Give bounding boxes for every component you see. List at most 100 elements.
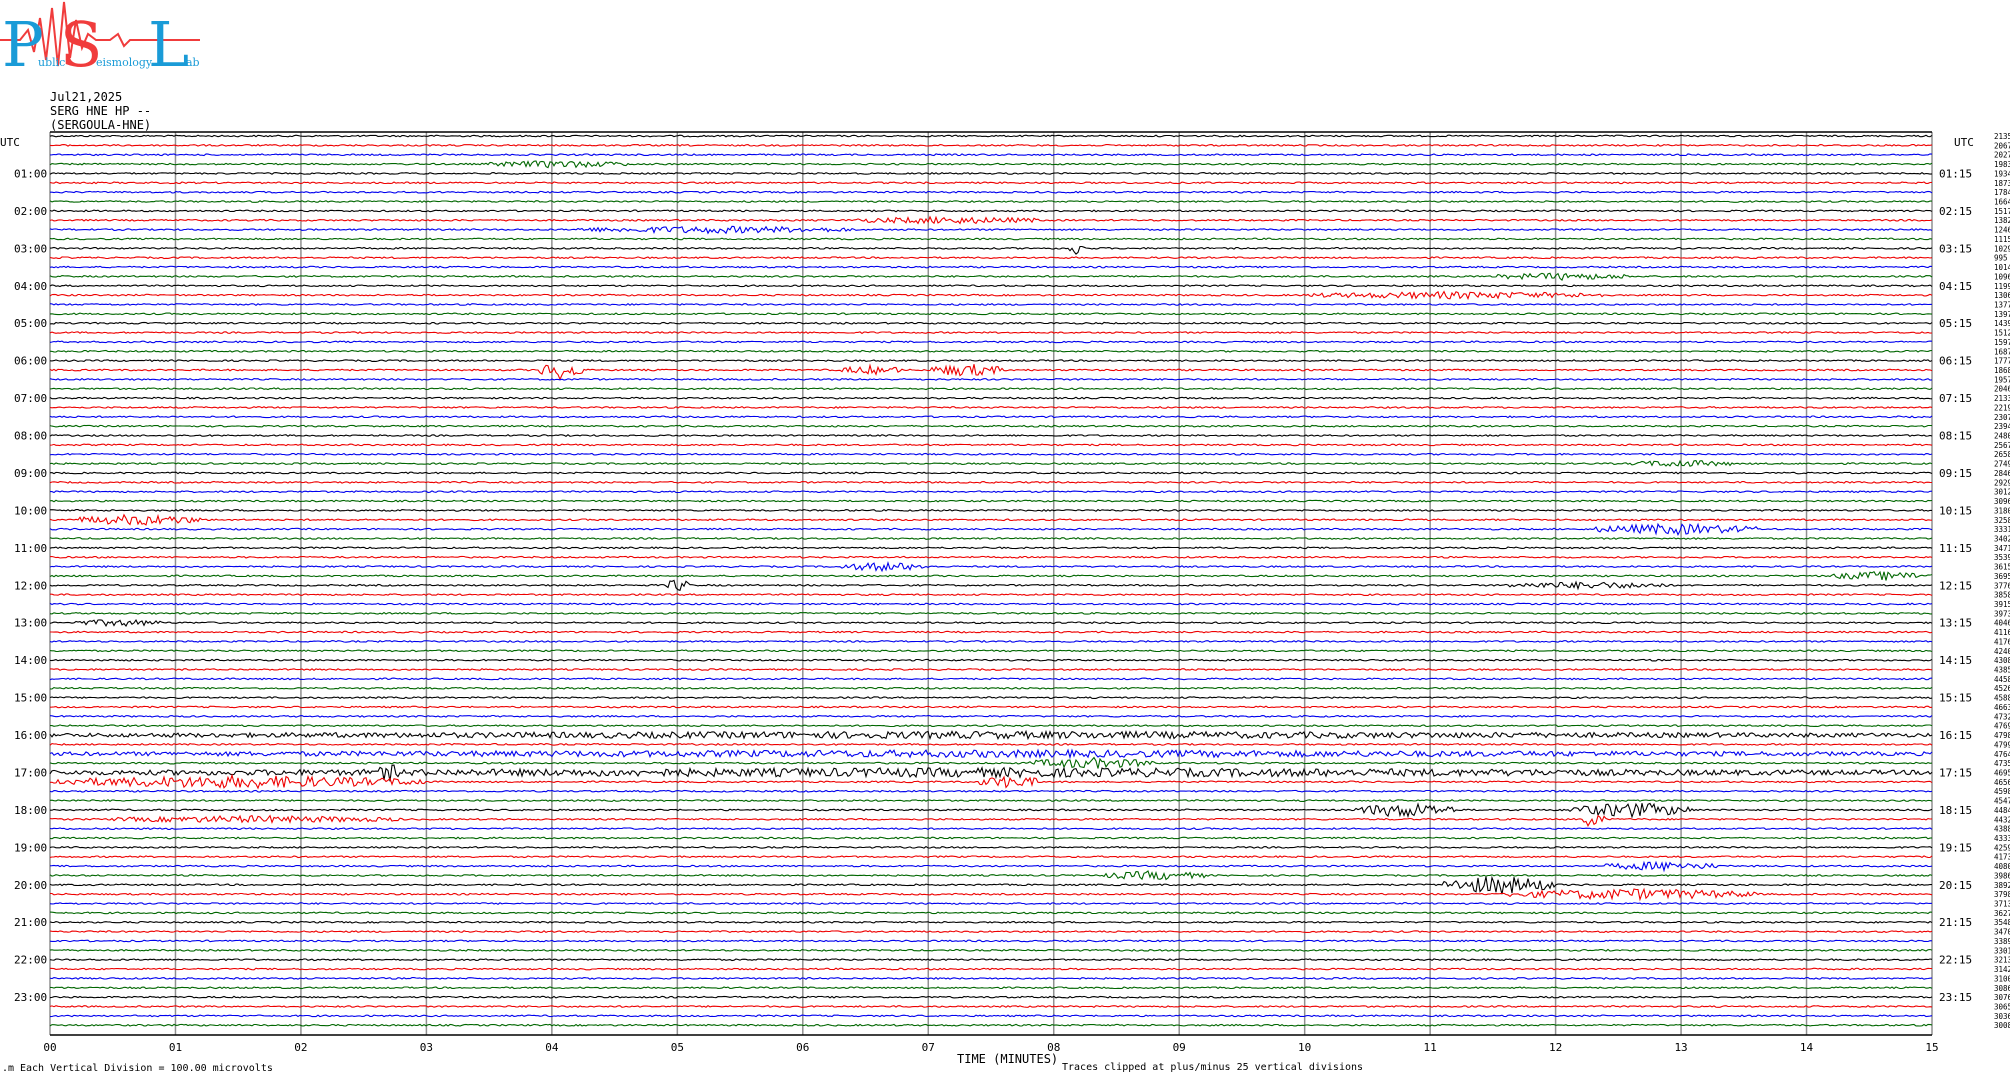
left-hour-label: 01:00: [14, 167, 47, 180]
trace-value-label: 4046: [1994, 619, 2010, 628]
trace-value-label: 1382: [1994, 216, 2010, 225]
trace-value-label: 3076: [1994, 993, 2010, 1002]
right-hour-label: 13:15: [1939, 617, 1972, 630]
seismic-trace: [49, 1023, 1933, 1027]
seismic-trace: [49, 200, 1932, 203]
seismic-trace: [49, 845, 1933, 849]
seismic-trace: [49, 265, 1933, 269]
trace-value-label: 1517: [1994, 207, 2010, 216]
left-hour-label: 16:00: [14, 729, 47, 742]
seismic-trace: [49, 555, 1933, 559]
seismic-trace: [50, 724, 1933, 728]
trace-value-label: 4526: [1994, 684, 2010, 693]
trace-value-label: 4735: [1994, 759, 2010, 768]
trace-value-label: 3986: [1994, 871, 2010, 880]
helicorder-chart: UTC UTC 01:00 02:00 03:00 04:00 05:00 06:00 07:0…: [0, 131, 2010, 1066]
trace-value-label: 3086: [1994, 984, 2010, 993]
trace-value-label: 3615: [1994, 563, 2010, 572]
seismic-trace: [49, 579, 1933, 591]
seismic-trace: [49, 958, 1933, 962]
trace-value-label: 1873: [1994, 179, 2010, 188]
seismic-trace: [49, 513, 1933, 526]
seismic-trace: [49, 855, 1933, 859]
seismic-trace: [49, 363, 1933, 381]
seismic-trace: [50, 668, 1933, 671]
left-hour-label: 10:00: [14, 504, 47, 517]
trace-value-label: 3627: [1994, 909, 2010, 918]
seismic-trace: [49, 396, 1933, 400]
seismic-trace: [49, 537, 1933, 540]
seismic-trace: [49, 748, 1933, 760]
seismic-trace: [49, 546, 1933, 550]
trace-value-label: 3695: [1994, 572, 2010, 581]
left-hour-label: 11:00: [14, 542, 47, 555]
trace-value-label: 4259: [1994, 843, 2010, 852]
seismic-trace: [49, 729, 1933, 741]
right-hour-label: 21:15: [1939, 916, 1972, 929]
seismic-trace: [49, 405, 1933, 409]
trace-value-label: 3858: [1994, 591, 2010, 600]
seismic-trace: [49, 181, 1933, 185]
x-tick-label: 06: [796, 1041, 809, 1054]
trace-value-label: 3471: [1994, 544, 2010, 553]
trace-value-label: 3402: [1994, 534, 2010, 543]
trace-value-label: 4240: [1994, 647, 2010, 656]
trace-value-label: 3065: [1994, 1002, 2010, 1011]
trace-value-label: 1029: [1994, 244, 2010, 253]
trace-value-label: 4458: [1994, 675, 2010, 684]
trace-value-label: 3548: [1994, 918, 2010, 927]
seismic-trace: [49, 696, 1933, 700]
trace-value-label: 2219: [1994, 403, 2010, 412]
trace-value-label: 1784: [1994, 188, 2010, 197]
trace-value-label: 3100: [1994, 974, 2010, 983]
left-hour-label: 23:00: [14, 991, 47, 1004]
trace-value-label: 4547: [1994, 797, 2010, 806]
seismic-trace: [49, 284, 1933, 288]
trace-value-label: 3776: [1994, 581, 2010, 590]
seismic-trace: [49, 619, 1933, 628]
left-hour-label: 22:00: [14, 954, 47, 967]
seismic-trace: [50, 802, 1933, 819]
seismic-trace: [49, 827, 1933, 831]
trace-value-label: 3389: [1994, 937, 2010, 946]
trace-value-label: 1983: [1994, 160, 2010, 169]
footer-scale-prefix: .m: [2, 1063, 15, 1074]
seismic-trace: [49, 312, 1933, 316]
seismic-trace: [49, 764, 1933, 782]
left-hour-label: 07:00: [14, 392, 47, 405]
trace-value-label: 1957: [1994, 375, 2010, 384]
seismic-trace: [49, 742, 1933, 746]
left-hour-label: 13:00: [14, 617, 47, 630]
trace-value-label: 2846: [1994, 469, 2010, 478]
seismic-trace: [49, 1014, 1933, 1018]
trace-value-label: 1597: [1994, 338, 2010, 347]
right-hour-label: 10:15: [1939, 504, 1972, 517]
left-hour-label: 20:00: [14, 879, 47, 892]
seismic-trace: [49, 658, 1933, 662]
trace-value-label: 4173: [1994, 853, 2010, 862]
right-hour-label: 02:15: [1939, 205, 1972, 218]
seismic-trace: [50, 593, 1933, 597]
left-hour-label: 14:00: [14, 654, 47, 667]
trace-value-label: 4656: [1994, 778, 2010, 787]
right-hour-label: 08:15: [1939, 430, 1972, 443]
x-tick-label: 04: [545, 1041, 559, 1054]
trace-value-label: 1306: [1994, 291, 2010, 300]
seismic-trace: [49, 789, 1933, 793]
trace-value-label: 1115: [1994, 235, 2010, 244]
trace-value-label: 2749: [1994, 460, 2010, 469]
trace-value-label: 4598: [1994, 787, 2010, 796]
trace-value-label: 3036: [1994, 1012, 2010, 1021]
x-tick-label: 13: [1674, 1041, 1687, 1054]
seismic-trace: [49, 290, 1933, 301]
left-hour-label: 19:00: [14, 841, 47, 854]
trace-value-label: 1439: [1994, 319, 2010, 328]
x-tick-label: 11: [1424, 1041, 1437, 1054]
x-tick-label: 12: [1549, 1041, 1562, 1054]
seismic-trace: [49, 415, 1933, 419]
right-hour-label: 17:15: [1939, 766, 1972, 779]
trace-value-label: 2567: [1994, 441, 2010, 450]
trace-value-label: 4432: [1994, 815, 2010, 824]
seismic-trace: [49, 321, 1933, 325]
trace-value-label: 3301: [1994, 946, 2010, 955]
